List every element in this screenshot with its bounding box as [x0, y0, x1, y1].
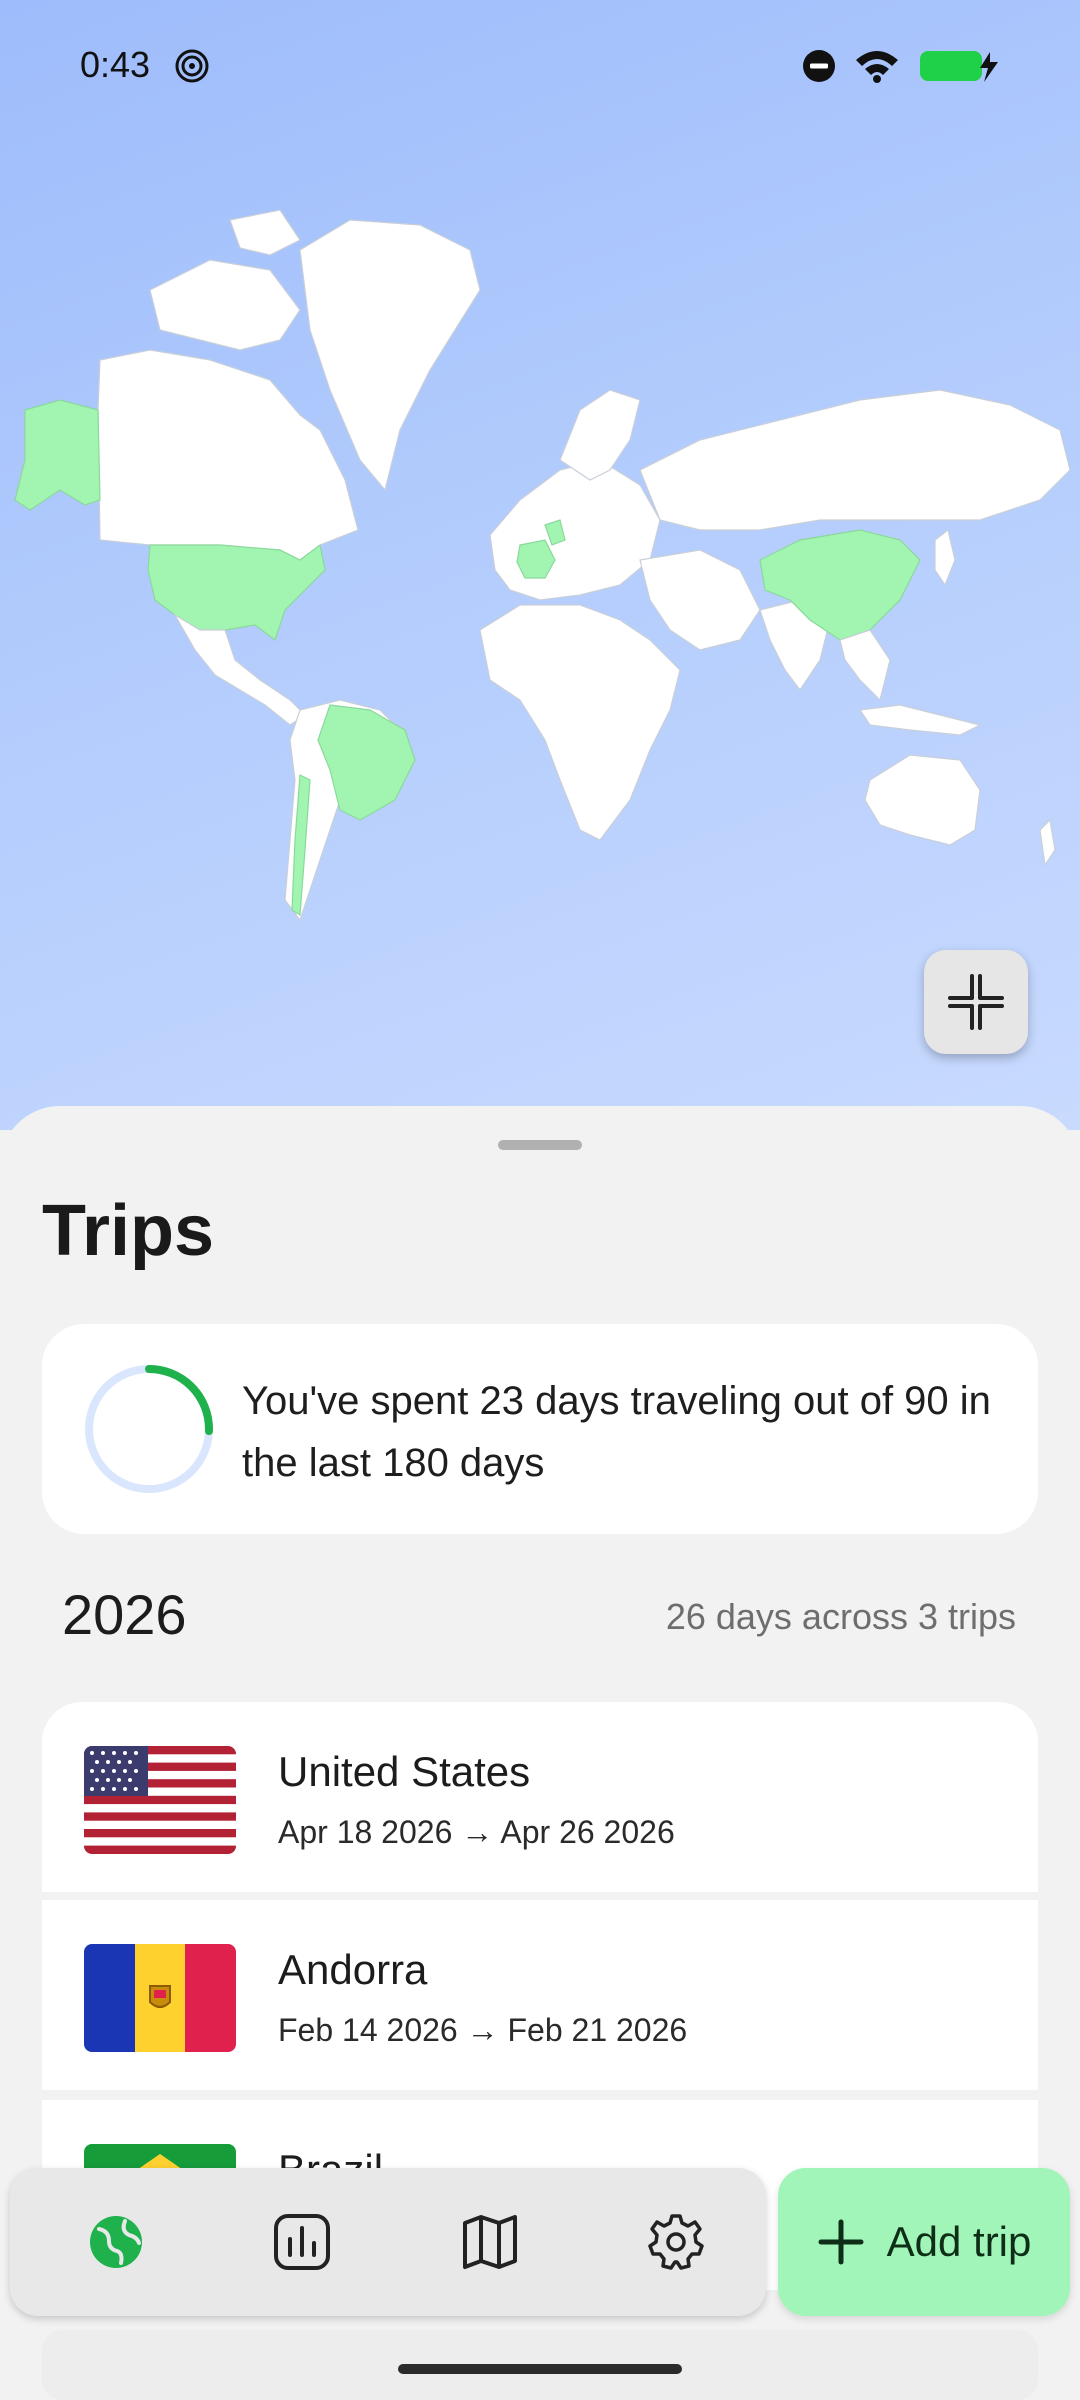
map-icon — [463, 2215, 517, 2269]
trip-start-date: Apr 18 2026 — [278, 1814, 453, 1850]
map-country-africa[interactable] — [479, 604, 681, 841]
gesture-navigation-bar[interactable] — [398, 2364, 682, 2374]
map-country-alaska[interactable] — [14, 399, 101, 511]
nav-item-settings[interactable] — [636, 2202, 716, 2282]
travel-summary-text: You've spent 23 days traveling out of 90… — [242, 1379, 991, 1485]
map-country-canada-islands[interactable] — [149, 259, 301, 351]
trip-dates: Apr 18 2026 → Apr 26 2026 — [278, 1814, 675, 1851]
map-country-australia[interactable] — [864, 754, 981, 846]
battery-charging-icon — [920, 51, 998, 82]
page-title: Trips — [42, 1191, 215, 1271]
trip-country: Andorra — [278, 1946, 428, 1993]
map-country-japan[interactable] — [934, 528, 956, 587]
map-country-canada[interactable] — [97, 349, 359, 561]
gear-icon — [648, 2214, 704, 2270]
status-time: 0:43 — [80, 44, 151, 85]
collapse-icon — [948, 974, 1004, 1030]
nav-item-stats[interactable] — [262, 2202, 342, 2282]
map-country-indonesia[interactable] — [858, 704, 982, 736]
globe-icon — [90, 2216, 142, 2268]
status-bar: 0:43 — [0, 0, 1080, 130]
bottom-navigation — [10, 2168, 766, 2316]
trip-dates: Feb 14 2026 → Feb 21 2026 — [278, 2012, 687, 2049]
map-country-middle-east[interactable] — [639, 549, 761, 651]
add-trip-label: Add trip — [886, 2218, 1032, 2265]
map-country-new-zealand[interactable] — [1039, 818, 1056, 867]
spiral-notification-icon — [175, 49, 209, 83]
map-country-canada-islands-2[interactable] — [229, 209, 301, 256]
trip-end-date: Apr 26 2026 — [500, 1814, 675, 1850]
year-stats: 26 days across 3 trips — [665, 1596, 1016, 1637]
map-country-russia[interactable] — [639, 389, 1071, 531]
trip-country: United States — [278, 1748, 531, 1795]
map-country-europe[interactable] — [489, 459, 661, 601]
travel-progress-ring — [85, 1365, 213, 1493]
nav-item-globe[interactable] — [76, 2202, 156, 2282]
map-country-mexico[interactable] — [173, 613, 306, 726]
collapse-map-button[interactable] — [924, 950, 1028, 1054]
map-country-scandinavia[interactable] — [559, 389, 641, 481]
plus-icon — [818, 2219, 864, 2265]
world-map[interactable] — [0, 0, 1080, 1130]
trip-end-date: Feb 21 2026 — [507, 2012, 688, 2048]
arrow-right-icon: → — [466, 2012, 499, 2048]
year-label: 2026 — [62, 1583, 187, 1646]
world-map-svg[interactable] — [0, 200, 1080, 940]
trip-start-date: Feb 14 2026 — [278, 2012, 458, 2048]
trip-card-united-states[interactable]: United States Apr 18 2026 → Apr 26 2026 — [42, 1702, 1038, 1892]
map-country-southeast-asia[interactable] — [839, 629, 891, 702]
sheet-drag-handle[interactable] — [498, 1140, 582, 1150]
add-trip-button[interactable]: Add trip — [778, 2168, 1070, 2316]
nav-item-map[interactable] — [450, 2202, 530, 2282]
trip-card-andorra[interactable]: Andorra Feb 14 2026 → Feb 21 2026 — [42, 1900, 1038, 2090]
us-flag-icon — [84, 1746, 236, 1854]
andorra-flag-icon — [84, 1944, 236, 2052]
status-icons — [802, 48, 1002, 84]
map-country-united-states[interactable] — [147, 543, 326, 641]
bar-chart-icon — [274, 2214, 330, 2270]
travel-summary-card: You've spent 23 days traveling out of 90… — [42, 1324, 1038, 1534]
do-not-disturb-icon — [803, 50, 835, 82]
arrow-right-icon: → — [461, 1814, 494, 1850]
wifi-icon — [856, 51, 898, 83]
